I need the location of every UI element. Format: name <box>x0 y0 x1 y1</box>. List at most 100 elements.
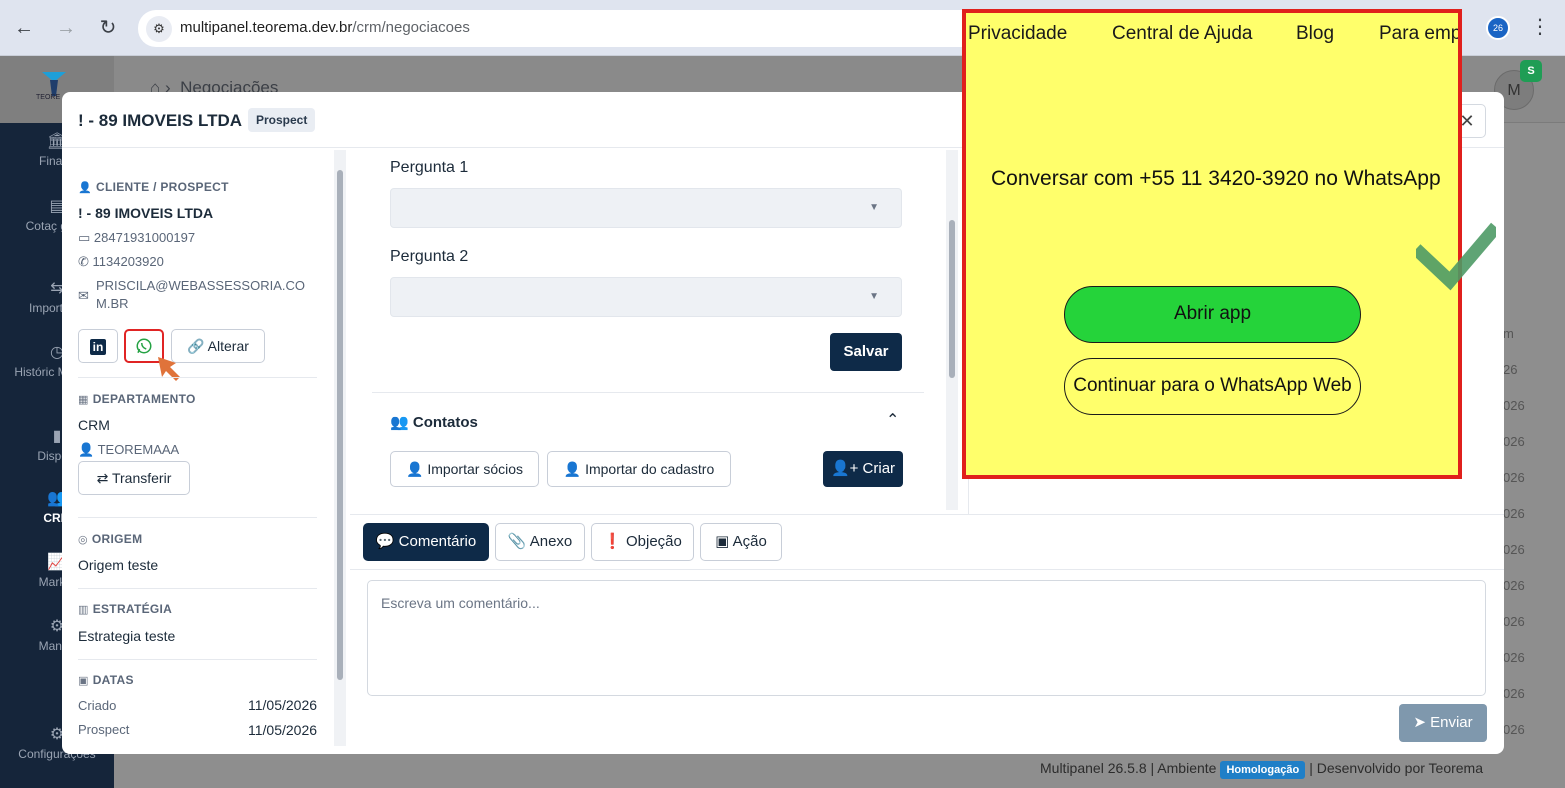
forward-icon[interactable]: → <box>52 14 80 42</box>
status-badge: Prospect <box>248 108 316 132</box>
transfer-button[interactable]: ⇄ Transferir <box>78 461 190 495</box>
bg-cell: 026 <box>1503 614 1525 629</box>
bg-cell: 026 <box>1503 542 1525 557</box>
client-section-title: 👤 CLIENTE / PROSPECT <box>78 180 229 194</box>
site-settings-icon[interactable]: ⚙ <box>146 16 172 42</box>
mail-icon: ✉ <box>78 288 89 303</box>
browser-menu-icon[interactable]: ⋮ <box>1530 14 1550 39</box>
logo-text: TEORE <box>36 94 61 101</box>
question-2-select[interactable]: ▼ <box>390 277 902 317</box>
send-label: Enviar <box>1430 714 1473 731</box>
pin-icon: ◎ <box>78 534 88 546</box>
user-icon: 👤 <box>78 442 98 457</box>
question-2-label: Pergunta 2 <box>390 248 469 265</box>
user-plus-icon: 👤+ <box>830 460 863 477</box>
url-path: /crm/negociacoes <box>352 19 470 36</box>
create-label: Criar <box>862 460 896 477</box>
link-icon: 🔗 <box>187 338 208 354</box>
avatar-badge: S <box>1520 60 1542 82</box>
chevron-down-icon: ▼ <box>869 291 879 302</box>
created-value: 11/05/2026 <box>248 697 318 713</box>
left-scrollbar[interactable] <box>334 150 346 746</box>
tab-label: Ação <box>732 533 767 550</box>
back-icon[interactable]: ← <box>10 14 38 42</box>
department-name: CRM <box>78 417 110 433</box>
comment-input[interactable]: Escreva um comentário... <box>367 580 1486 696</box>
question-1-select[interactable]: ▼ <box>390 188 902 228</box>
import-register-button[interactable]: 👤 Importar do cadastro <box>547 451 731 487</box>
reload-icon[interactable]: ↻ <box>94 14 122 42</box>
bg-cell: 026 <box>1503 578 1525 593</box>
user-search-icon: 👤 <box>563 461 586 477</box>
activity-tabs: 💬 Comentário 📎 Anexo ❗ Objeção ▣ Ação <box>350 514 1504 570</box>
contacts-title: 👥 Contatos <box>390 413 478 431</box>
department-user: 👤 TEOREMAAA <box>78 442 179 458</box>
wa-heading: Conversar com +55 11 3420-3920 no WhatsA… <box>991 167 1441 190</box>
id-card-icon: ▭ <box>78 230 94 245</box>
tab-attachment[interactable]: 📎 Anexo <box>495 523 585 561</box>
left-scroll-thumb[interactable] <box>337 170 343 680</box>
tab-label: Objeção <box>625 533 682 550</box>
origin-value: Origem teste <box>78 557 159 573</box>
create-contact-button[interactable]: 👤+ Criar <box>823 451 903 487</box>
tab-label: Anexo <box>529 533 573 550</box>
open-app-button[interactable]: Abrir app <box>1064 286 1361 343</box>
wa-nav-business[interactable]: Para emp. <box>1379 23 1458 45</box>
client-panel: 👤 CLIENTE / PROSPECT ! - 89 IMOVEIS LTDA … <box>62 148 347 754</box>
linkedin-button[interactable]: in <box>78 329 118 363</box>
wa-nav-blog[interactable]: Blog <box>1296 23 1334 45</box>
middle-scroll-thumb[interactable] <box>949 220 955 378</box>
bg-cell: 026 <box>1503 470 1525 485</box>
dates-section-title: ▣ DATAS <box>78 673 134 687</box>
tab-objection[interactable]: ❗ Objeção <box>591 523 694 561</box>
transfer-label: Transferir <box>111 470 172 486</box>
section-label: ESTRATÉGIA <box>92 602 173 616</box>
bg-cell: 026 <box>1503 398 1525 413</box>
import-register-label: Importar do cadastro <box>585 461 715 477</box>
bg-cell: 026 <box>1503 686 1525 701</box>
section-label: DATAS <box>92 673 134 687</box>
swap-icon: ⇄ <box>96 470 112 486</box>
client-email: ✉ PRISCILA@WEBASSESSORIA.CO M.BR <box>78 278 318 311</box>
import-partners-label: Importar sócios <box>427 461 524 477</box>
tab-action[interactable]: ▣ Ação <box>700 523 782 561</box>
tab-comment[interactable]: 💬 Comentário <box>363 523 489 561</box>
collapse-icon[interactable]: ⌃ <box>886 410 899 430</box>
origin-section-title: ◎ ORIGEM <box>78 532 142 546</box>
bg-cell: 026 <box>1503 434 1525 449</box>
client-phone: ✆ 1134203920 <box>78 254 164 270</box>
client-phone-value: 1134203920 <box>92 254 164 269</box>
email-line-1: PRISCILA@WEBASSESSORIA.CO <box>96 278 305 293</box>
calendar-icon: ▣ <box>78 675 89 687</box>
paperclip-icon: 📎 <box>507 533 530 550</box>
calendar-icon: ▣ <box>715 533 733 550</box>
import-partners-button[interactable]: 👤 Importar sócios <box>390 451 539 487</box>
checkmark-icon <box>1416 222 1496 291</box>
middle-scrollbar[interactable] <box>946 150 958 510</box>
send-button[interactable]: ➤ Enviar <box>1399 704 1487 742</box>
building-icon: ▦ <box>78 394 89 406</box>
url-text: multipanel.teorema.dev.br/crm/negociacoe… <box>180 19 470 36</box>
save-button[interactable]: Salvar <box>830 333 902 371</box>
strategy-section-title: ▥ ESTRATÉGIA <box>78 602 172 616</box>
address-bar[interactable]: ⚙ multipanel.teorema.dev.br/crm/negociac… <box>138 10 998 47</box>
strategy-value: Estrategia teste <box>78 628 176 644</box>
wa-nav-help[interactable]: Central de Ajuda <box>1112 23 1253 45</box>
bar-chart-icon: ▥ <box>78 604 89 616</box>
wa-nav-privacy[interactable]: Privacidade <box>968 23 1067 45</box>
created-label: Criado <box>78 698 117 713</box>
divider <box>78 517 317 518</box>
whatsapp-web-button[interactable]: Continuar para o WhatsApp Web <box>1064 358 1361 415</box>
bg-cell: 026 <box>1503 722 1525 737</box>
change-button[interactable]: 🔗 Alterar <box>171 329 265 363</box>
divider <box>78 588 317 589</box>
divider <box>78 659 317 660</box>
app-footer: Multipanel 26.5.8 | Ambiente Homologação |… <box>1040 760 1483 779</box>
department-section-title: ▦ DEPARTAMENTO <box>78 392 196 406</box>
user-icon: 👤 <box>78 182 92 194</box>
change-label: Alterar <box>207 338 249 354</box>
url-host: multipanel.teorema.dev.br <box>180 19 353 36</box>
chevron-down-icon: ▼ <box>869 202 879 213</box>
questions-panel: Pergunta 1 ▼ Pergunta 2 ▼ Salvar 👥 Conta… <box>350 148 960 518</box>
extension-icon[interactable]: 26 <box>1486 16 1510 40</box>
